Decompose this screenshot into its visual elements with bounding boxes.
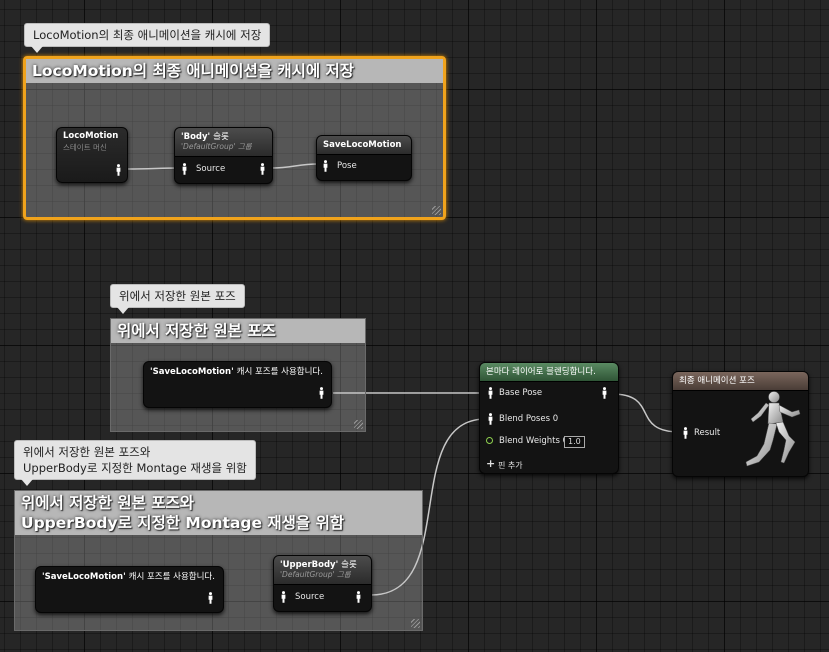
pin-label-pose: Pose <box>337 161 357 171</box>
comment-bubble-middle: 위에서 저장한 원본 포즈 <box>110 284 245 314</box>
wire-blend-to-result <box>611 393 681 433</box>
float-pin-icon[interactable] <box>486 437 493 444</box>
node-header: 'SaveLocoMotion' 캐시 포즈를 사용합니다. <box>42 572 215 582</box>
person-icon[interactable] <box>487 387 494 399</box>
pin-label-source: Source <box>295 592 325 602</box>
add-pin-button[interactable]: 핀 추가 <box>498 460 523 471</box>
node-layered-blend-per-bone[interactable]: 본마다 레이어로 블렌딩합니다. Base Pose Blend Poses 0… <box>479 362 619 474</box>
comment-title-top[interactable]: LocoMotion의 최종 애니메이션을 캐시에 저장 <box>26 59 443 83</box>
pin-label-base-pose: Base Pose <box>499 388 543 398</box>
resize-handle[interactable] <box>354 420 363 429</box>
node-header: 'UpperBody' 슬롯 'DefaultGroup' 그룹 <box>274 556 371 585</box>
node-save-cached-pose[interactable]: SaveLocoMotion Pose <box>316 135 412 181</box>
node-header: 'Body' 슬롯 'DefaultGroup' 그룹 <box>175 128 272 157</box>
person-icon[interactable] <box>318 387 325 399</box>
resize-handle[interactable] <box>432 206 441 215</box>
node-subtitle: 스테이트 머신 <box>63 143 107 152</box>
node-locomotion-state-machine[interactable]: LocoMotion 스테이트 머신 <box>56 127 128 183</box>
comment-title-middle[interactable]: 위에서 저장한 원본 포즈 <box>111 319 365 343</box>
plus-icon[interactable]: + <box>486 458 495 469</box>
node-title: LocoMotion <box>63 131 119 141</box>
person-icon[interactable] <box>259 163 266 175</box>
person-icon[interactable] <box>322 160 329 172</box>
node-upperbody-slot[interactable]: 'UpperBody' 슬롯 'DefaultGroup' 그룹 Source <box>273 555 372 612</box>
comment-title-bottom[interactable]: 위에서 저장한 원본 포즈와 UpperBody로 지정한 Montage 재생… <box>15 491 422 535</box>
person-icon[interactable] <box>280 591 287 603</box>
node-header: SaveLocoMotion <box>317 136 411 155</box>
resize-handle[interactable] <box>411 619 420 628</box>
person-icon[interactable] <box>115 164 122 176</box>
node-body-slot[interactable]: 'Body' 슬롯 'DefaultGroup' 그룹 Source <box>174 127 273 184</box>
person-icon[interactable] <box>601 387 608 399</box>
node-use-cached-pose[interactable]: 'SaveLocoMotion' 캐시 포즈를 사용합니다. <box>35 566 224 613</box>
person-icon[interactable] <box>181 163 188 175</box>
person-icon[interactable] <box>355 591 362 603</box>
person-icon[interactable] <box>207 592 214 604</box>
node-use-cached-pose[interactable]: 'SaveLocoMotion' 캐시 포즈를 사용합니다. <box>143 361 332 408</box>
comment-bubble-bottom: 위에서 저장한 원본 포즈와 UpperBody로 지정한 Montage 재생… <box>14 440 256 486</box>
pin-label-blend-weights: Blend Weights 0 <box>499 436 569 446</box>
node-header: 'SaveLocoMotion' 캐시 포즈를 사용합니다. <box>150 367 323 377</box>
node-output-pose[interactable]: 최종 애니메이션 포즈 Result <box>672 371 809 477</box>
comment-bubble-top: LocoMotion의 최종 애니메이션을 캐시에 저장 <box>24 23 271 53</box>
mannequin-icon <box>745 391 801 467</box>
pin-label-result: Result <box>694 428 721 438</box>
person-icon[interactable] <box>682 427 689 439</box>
person-icon[interactable] <box>487 413 494 425</box>
node-header: 본마다 레이어로 블렌딩합니다. <box>480 363 618 382</box>
pin-label-source: Source <box>196 164 226 174</box>
blend-weight-input[interactable]: 1.0 <box>564 436 585 448</box>
pin-label-blend-poses: Blend Poses 0 <box>499 414 559 424</box>
